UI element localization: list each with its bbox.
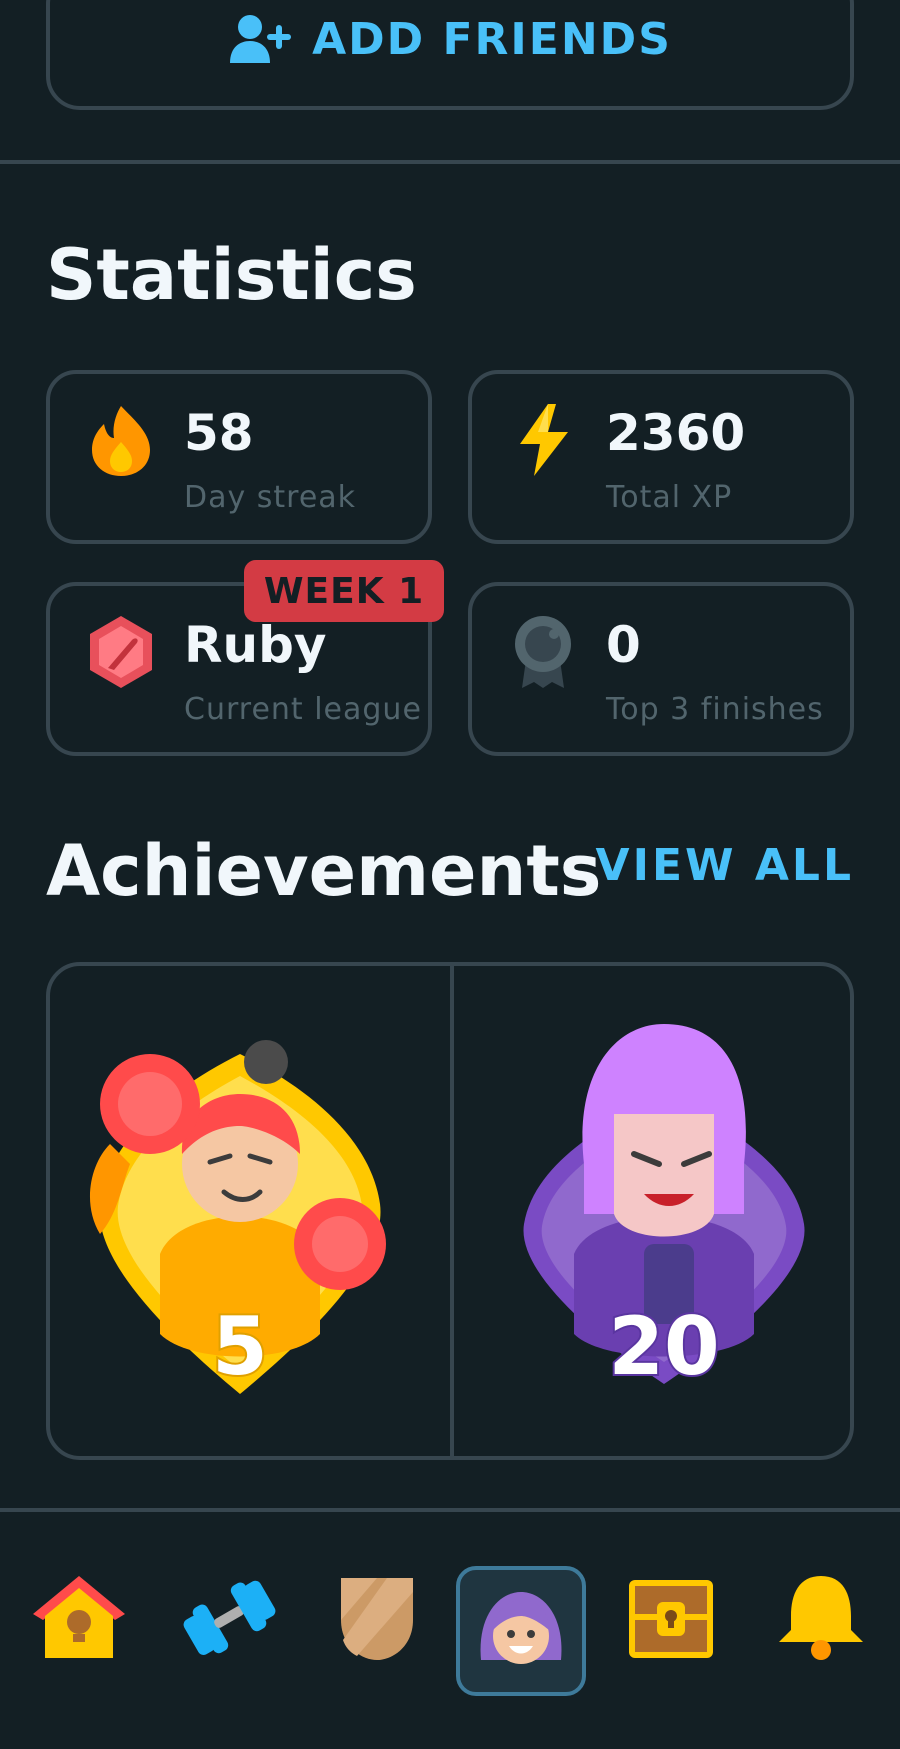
streak-value: 58 <box>184 404 254 462</box>
stat-card-streak[interactable]: 58 Day streak <box>46 370 432 544</box>
week-badge: WEEK 1 <box>244 560 444 622</box>
achievement-boxer[interactable]: 5 <box>70 1014 410 1414</box>
achievement-night-owl[interactable]: 20 <box>494 1014 834 1414</box>
dumbbell-icon <box>183 1580 276 1655</box>
nav-leagues[interactable] <box>322 1562 432 1672</box>
view-all-link[interactable]: VIEW ALL <box>596 840 854 891</box>
achievements-title: Achievements <box>46 830 602 912</box>
top3-value: 0 <box>606 616 641 674</box>
add-friends-label: ADD FRIENDS <box>312 13 672 65</box>
nav-divider <box>0 1508 900 1512</box>
bell-icon <box>779 1576 863 1660</box>
nav-notifications[interactable] <box>766 1562 876 1672</box>
xp-label: Total XP <box>606 480 733 515</box>
nav-home[interactable] <box>24 1562 134 1672</box>
streak-label: Day streak <box>184 480 357 515</box>
boxer-achievement-icon: 5 <box>89 1040 386 1395</box>
lightning-icon <box>520 404 568 476</box>
nav-practice[interactable] <box>174 1562 284 1672</box>
night-owl-level: 20 <box>608 1300 719 1393</box>
home-icon <box>33 1576 125 1658</box>
flame-icon <box>92 406 150 476</box>
add-friends-card[interactable]: ADD FRIENDS <box>46 0 854 110</box>
nav-profile[interactable] <box>456 1566 586 1696</box>
shield-icon <box>341 1578 413 1660</box>
treasure-chest-icon <box>629 1580 713 1658</box>
add-friends-button[interactable]: ADD FRIENDS <box>50 4 850 74</box>
xp-value: 2360 <box>606 404 746 462</box>
achievements-card: 5 20 <box>46 962 854 1460</box>
league-value: Ruby <box>184 616 327 674</box>
league-label: Current league <box>184 692 422 727</box>
section-divider <box>0 160 900 164</box>
achievements-divider <box>450 966 454 1456</box>
boxer-level: 5 <box>212 1300 268 1393</box>
top3-label: Top 3 finishes <box>606 692 824 727</box>
add-user-icon <box>230 15 292 63</box>
stat-card-top3[interactable]: 0 Top 3 finishes <box>468 582 854 756</box>
statistics-title: Statistics <box>46 234 417 316</box>
profile-avatar-icon <box>480 1592 562 1664</box>
night-owl-achievement-icon: 20 <box>523 1024 805 1395</box>
ruby-league-icon <box>90 616 152 688</box>
nav-shop[interactable] <box>616 1562 726 1672</box>
medal-icon <box>515 616 571 688</box>
stat-card-xp[interactable]: 2360 Total XP <box>468 370 854 544</box>
